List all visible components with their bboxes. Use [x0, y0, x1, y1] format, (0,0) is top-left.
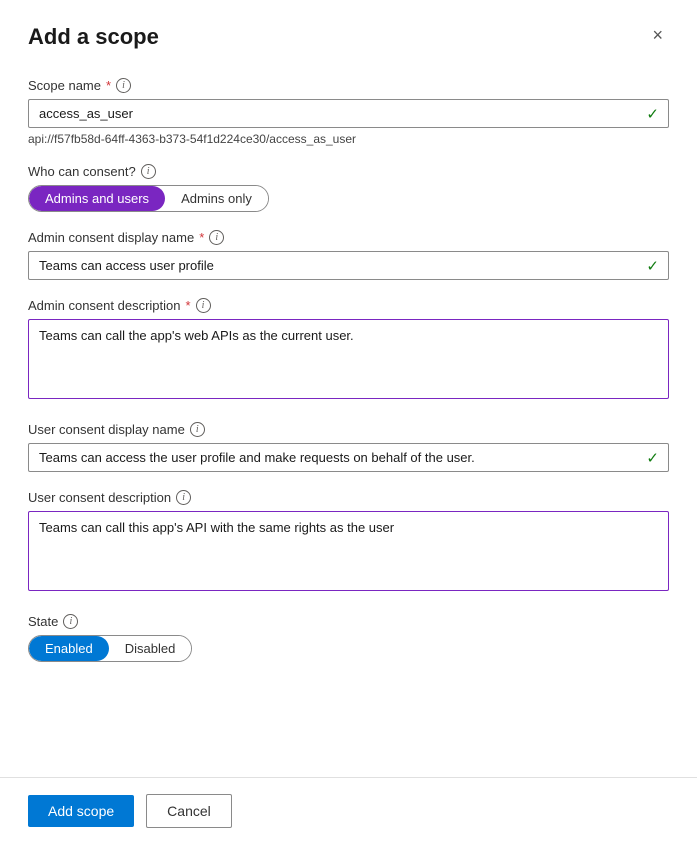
scope-name-input-wrapper: ✓ — [28, 99, 669, 128]
user-consent-name-info-icon[interactable]: i — [190, 422, 205, 437]
dialog-container: Add a scope × Scope name * i ✓ api://f57… — [0, 0, 697, 777]
user-consent-desc-info-icon[interactable]: i — [176, 490, 191, 505]
who-can-consent-label: Who can consent? i — [28, 164, 669, 179]
admin-consent-name-label: Admin consent display name * i — [28, 230, 669, 245]
user-consent-name-input-wrapper: ✓ — [28, 443, 669, 472]
scope-name-label: Scope name * i — [28, 78, 669, 93]
scope-name-info-icon[interactable]: i — [116, 78, 131, 93]
admin-consent-name-section: Admin consent display name * i ✓ — [28, 230, 669, 280]
admin-consent-desc-label: Admin consent description * i — [28, 298, 669, 313]
close-button[interactable]: × — [646, 24, 669, 46]
user-consent-name-label: User consent display name i — [28, 422, 669, 437]
admin-consent-desc-info-icon[interactable]: i — [196, 298, 211, 313]
dialog-footer: Add scope Cancel — [0, 777, 697, 844]
cancel-button[interactable]: Cancel — [146, 794, 232, 828]
user-consent-desc-section: User consent description i Teams can cal… — [28, 490, 669, 596]
required-star-3: * — [185, 298, 190, 313]
scope-name-check-icon: ✓ — [646, 105, 659, 123]
who-can-consent-toggle: Admins and users Admins only — [28, 185, 269, 212]
admin-consent-name-info-icon[interactable]: i — [209, 230, 224, 245]
user-consent-name-input[interactable] — [28, 443, 669, 472]
state-label: State i — [28, 614, 669, 629]
scope-name-input[interactable] — [28, 99, 669, 128]
admin-consent-desc-section: Admin consent description * i Teams can … — [28, 298, 669, 404]
admin-consent-name-input-wrapper: ✓ — [28, 251, 669, 280]
state-enabled-option[interactable]: Enabled — [29, 636, 109, 661]
user-consent-desc-wrapper: Teams can call this app's API with the s… — [28, 511, 669, 596]
state-disabled-option[interactable]: Disabled — [109, 636, 192, 661]
add-scope-button[interactable]: Add scope — [28, 795, 134, 827]
required-star-2: * — [199, 230, 204, 245]
scope-uri-text: api://f57fb58d-64ff-4363-b373-54f1d224ce… — [28, 132, 669, 146]
state-section: State i Enabled Disabled — [28, 614, 669, 662]
admin-consent-desc-input[interactable]: Teams can call the app's web APIs as the… — [28, 319, 669, 399]
scope-name-section: Scope name * i ✓ api://f57fb58d-64ff-436… — [28, 78, 669, 146]
dialog-title: Add a scope — [28, 24, 159, 50]
admin-consent-name-input[interactable] — [28, 251, 669, 280]
dialog-header: Add a scope × — [28, 24, 669, 50]
consent-admins-users-option[interactable]: Admins and users — [29, 186, 165, 211]
user-consent-desc-label: User consent description i — [28, 490, 669, 505]
state-toggle: Enabled Disabled — [28, 635, 192, 662]
admin-consent-name-check-icon: ✓ — [646, 257, 659, 275]
admin-consent-desc-wrapper: Teams can call the app's web APIs as the… — [28, 319, 669, 404]
required-star: * — [106, 78, 111, 93]
who-can-consent-info-icon[interactable]: i — [141, 164, 156, 179]
who-can-consent-section: Who can consent? i Admins and users Admi… — [28, 164, 669, 212]
state-info-icon[interactable]: i — [63, 614, 78, 629]
user-consent-name-check-icon: ✓ — [646, 449, 659, 467]
user-consent-name-section: User consent display name i ✓ — [28, 422, 669, 472]
user-consent-desc-input[interactable]: Teams can call this app's API with the s… — [28, 511, 669, 591]
consent-admins-only-option[interactable]: Admins only — [165, 186, 268, 211]
